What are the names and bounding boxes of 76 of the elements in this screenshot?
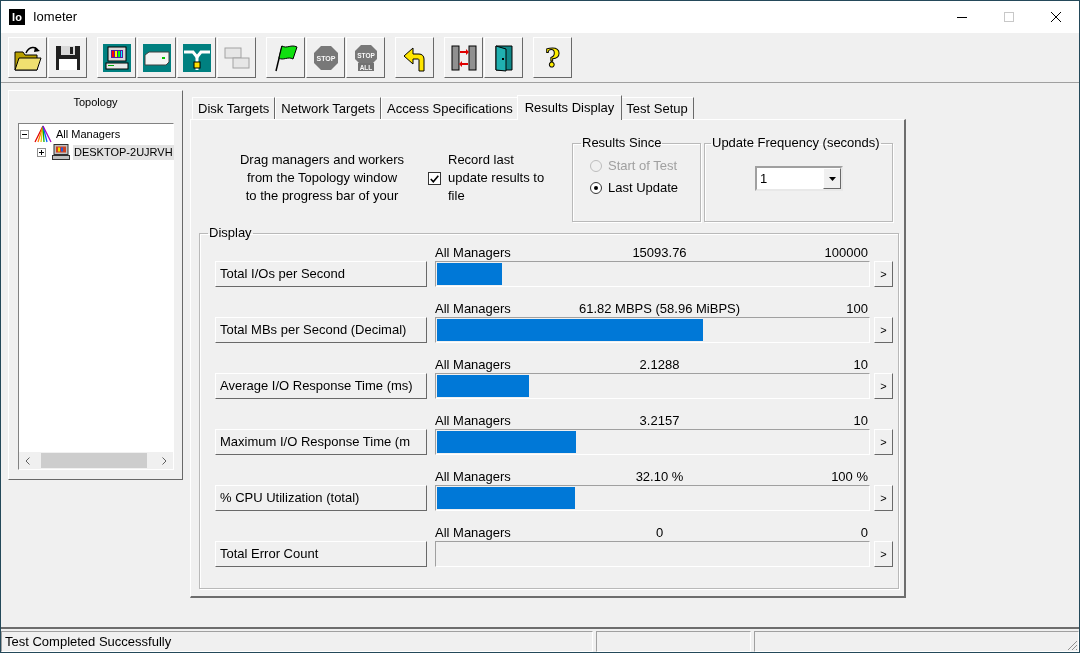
scope-label: All Managers (435, 468, 511, 485)
reading-value: 2.1288 (639, 357, 680, 372)
scope-label: All Managers (435, 412, 511, 429)
metric-button[interactable]: Total MBs per Second (Decimal) (215, 317, 427, 343)
computer-button[interactable] (97, 37, 136, 78)
panel-title: Topology (73, 95, 118, 109)
more-button[interactable]: > (874, 373, 893, 399)
expand-icon[interactable] (37, 147, 46, 157)
save-button[interactable] (48, 37, 87, 78)
scope-label: All Managers (435, 300, 511, 317)
disk-drive-button[interactable] (137, 37, 176, 78)
max-value: 10 (853, 356, 869, 373)
scope-label: All Managers (435, 244, 511, 261)
panels-arrows-icon (449, 43, 478, 72)
network-button[interactable] (177, 37, 216, 78)
computer-icon (52, 144, 70, 160)
radio-label: Last Update (608, 179, 679, 198)
checkmark-icon (430, 174, 439, 183)
metric-button[interactable]: Average I/O Response Time (ms) (215, 373, 427, 399)
radio-label: Start of Test (608, 157, 678, 176)
open-button[interactable] (8, 37, 47, 78)
frequency-dropdown[interactable]: 1 (755, 166, 843, 191)
maximize-icon (1003, 12, 1014, 22)
metric-button[interactable]: Total I/Os per Second (215, 261, 427, 287)
group-title: Update Frequency (seconds) (711, 136, 881, 150)
reading-value: 15093.76 (632, 245, 687, 260)
workers-button[interactable] (444, 37, 483, 78)
radio-button[interactable] (590, 182, 602, 194)
network-pipe-icon (182, 43, 211, 72)
tab[interactable]: Results Display (516, 95, 623, 120)
scroll-right-icon[interactable] (162, 456, 167, 465)
reading-value: 32.10 % (635, 469, 684, 484)
metric-button[interactable]: % CPU Utilization (total) (215, 485, 427, 511)
scroll-left-icon[interactable] (25, 456, 30, 465)
app-logo: Io (9, 9, 25, 25)
scope-label: All Managers (435, 356, 511, 373)
more-button[interactable]: > (874, 429, 893, 455)
resize-grip-icon (1067, 640, 1078, 651)
max-value: 100000 (824, 244, 869, 261)
tab[interactable]: Network Targets (275, 97, 381, 119)
tree-item[interactable]: All Managers (55, 126, 122, 142)
status-text: Test Completed Successfully (5, 632, 172, 651)
back-button[interactable] (395, 37, 434, 78)
max-value: 100 % (831, 468, 869, 485)
scope-label: All Managers (435, 524, 511, 541)
more-button[interactable]: > (874, 261, 893, 287)
tab[interactable]: Test Setup (620, 97, 694, 119)
reading-value: 61.82 MBPS (58.96 MiBPS) (578, 301, 741, 316)
reading-value: 3.2157 (639, 413, 680, 428)
checkbox[interactable] (428, 172, 441, 185)
close-icon (1050, 12, 1061, 22)
computer-icon (102, 43, 131, 72)
tab[interactable]: Disk Targets (192, 97, 276, 119)
disk-drive-icon (142, 43, 171, 72)
metric-button[interactable]: Maximum I/O Response Time (m (215, 429, 427, 455)
tree-item[interactable]: DESKTOP-2UJRVH (73, 144, 174, 160)
reading-value: 0 (655, 525, 664, 540)
caret-down-icon (828, 176, 836, 181)
minimize-icon (956, 16, 967, 18)
collapse-icon[interactable] (20, 129, 29, 139)
metric-button[interactable]: Total Error Count (215, 541, 427, 567)
instructions-text: Drag managers and workers from the Topology window to the progress bar of your (239, 151, 405, 205)
max-value: 0 (860, 524, 869, 541)
checkbox-label: Record last update results to file (448, 151, 546, 205)
exit-button[interactable] (484, 37, 523, 78)
start-button[interactable] (266, 37, 305, 78)
scrollbar-thumb[interactable] (41, 453, 147, 468)
group-title: Display (208, 226, 253, 240)
max-value: 10 (853, 412, 869, 429)
more-button[interactable]: > (874, 317, 893, 343)
more-button[interactable]: > (874, 541, 893, 567)
more-button[interactable]: > (874, 485, 893, 511)
rainbow-fan-icon (34, 125, 52, 143)
max-value: 100 (846, 300, 869, 317)
group-title: Results Since (581, 136, 663, 150)
window-title: Iometer (33, 8, 78, 27)
